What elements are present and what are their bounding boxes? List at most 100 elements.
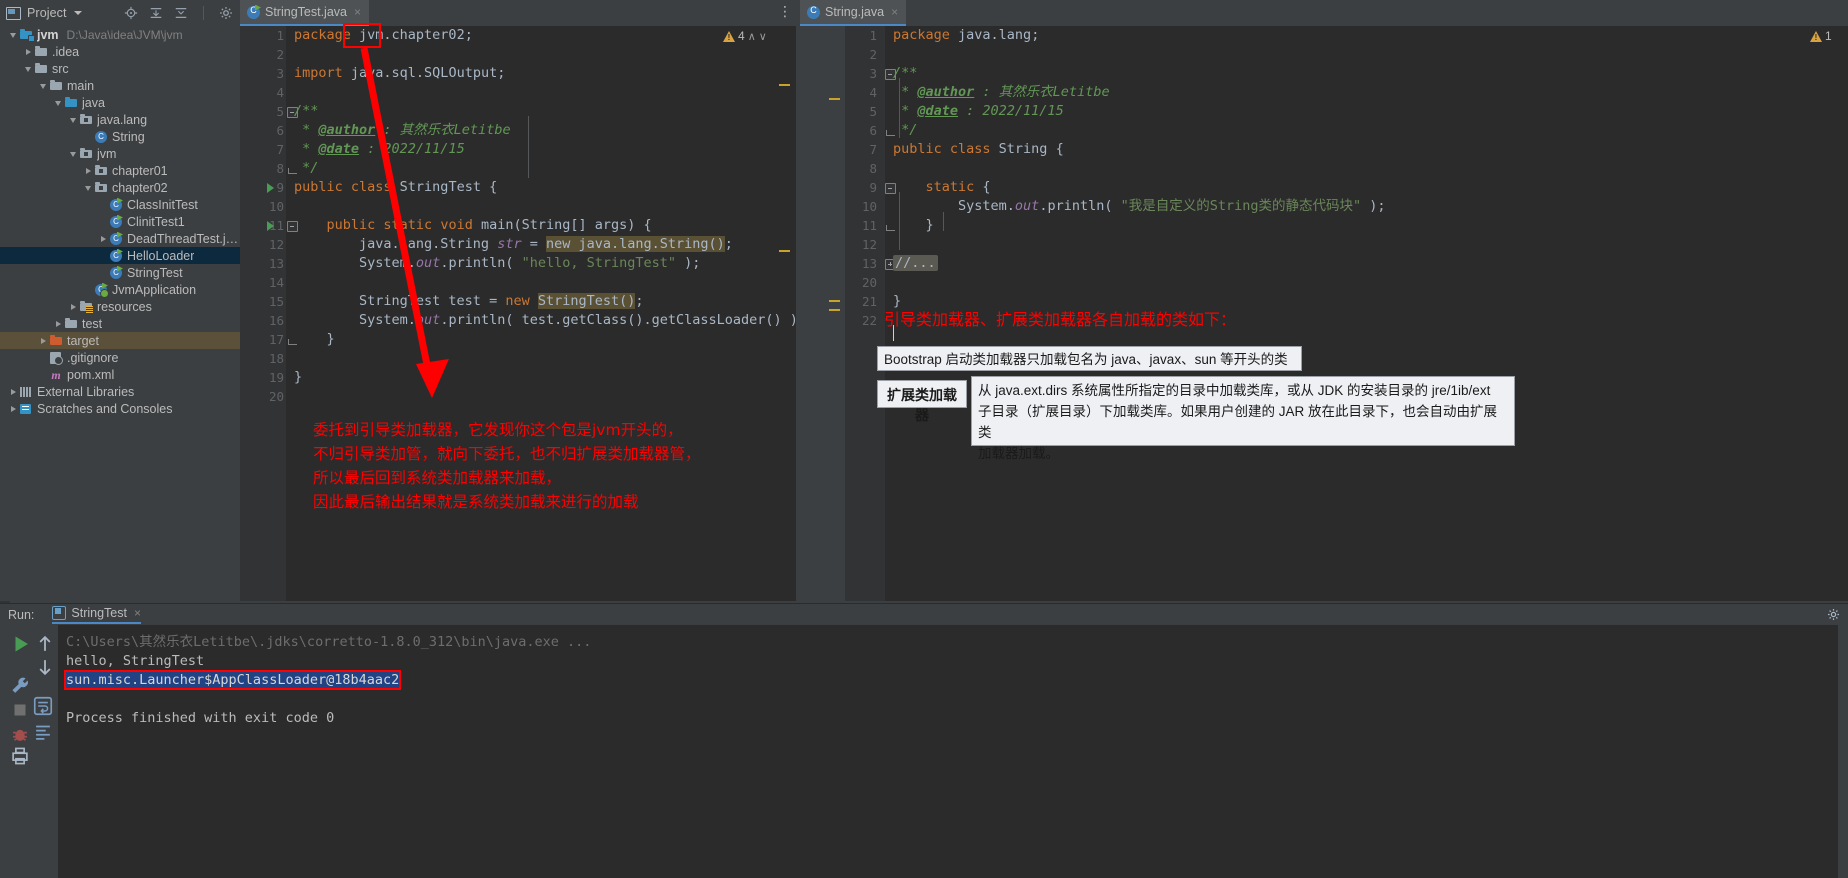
editor-gap xyxy=(796,26,845,601)
chevron-right-icon[interactable] xyxy=(8,403,19,414)
chevron-right-icon[interactable] xyxy=(23,46,34,57)
chevron-down-icon[interactable] xyxy=(23,63,34,74)
tree-item-pom-xml[interactable]: m pom.xml xyxy=(0,366,240,383)
tree-item-helloloader[interactable]: HelloLoader xyxy=(0,247,240,264)
run-config-tab[interactable]: StringTest × xyxy=(52,605,142,624)
code-token: @date xyxy=(917,103,959,119)
tree-item-main[interactable]: main xyxy=(0,77,240,94)
close-icon[interactable]: × xyxy=(891,5,898,19)
code-token: .println( xyxy=(440,255,522,271)
chevron-right-icon[interactable] xyxy=(83,165,94,176)
chevron-right-icon[interactable] xyxy=(8,386,19,397)
close-icon[interactable]: × xyxy=(134,606,141,620)
down-arrow-icon[interactable] xyxy=(34,656,56,678)
run-gutter-icon[interactable] xyxy=(267,221,274,231)
chevron-down-icon[interactable] xyxy=(68,114,79,125)
marker-stripe-right-3[interactable] xyxy=(829,309,840,311)
tree-item-java[interactable]: java xyxy=(0,94,240,111)
settings-gear-icon[interactable] xyxy=(1827,608,1840,621)
gear-icon[interactable] xyxy=(219,6,233,20)
code-token: java.lang.String xyxy=(294,236,498,252)
code-token: : 2022/11/15 xyxy=(359,141,465,157)
tree-item-stringtest[interactable]: StringTest xyxy=(0,264,240,281)
tree-item-java-lang[interactable]: java.lang xyxy=(0,111,240,128)
chevron-right-icon[interactable] xyxy=(38,335,49,346)
prev-warning-icon[interactable]: ∧ xyxy=(748,30,756,43)
tree-item-string[interactable]: String xyxy=(0,128,240,145)
java-class-icon xyxy=(109,265,123,280)
run-icon[interactable] xyxy=(10,633,32,655)
spring-class-icon xyxy=(94,282,109,298)
inspection-warnings-right[interactable]: 1 xyxy=(1810,29,1832,43)
chevron-right-icon[interactable] xyxy=(68,301,79,312)
soft-wrap-icon[interactable] xyxy=(32,695,54,717)
close-icon[interactable]: × xyxy=(354,5,361,19)
code-token: .println( test.getClass().getClassLoader… xyxy=(440,312,796,328)
inspection-warnings-left[interactable]: 4 ∧ ∨ xyxy=(723,29,767,43)
console-output[interactable]: C:\Users\其然乐衣Letitbe\.jdks\corretto-1.8.… xyxy=(58,625,1838,878)
tab-string-java[interactable]: String.java × xyxy=(800,0,907,26)
tree-item-chapter01[interactable]: chapter01 xyxy=(0,162,240,179)
next-warning-icon[interactable]: ∨ xyxy=(759,30,767,43)
code-line: static { xyxy=(893,178,991,197)
marker-stripe-right[interactable] xyxy=(829,98,840,100)
java-class-icon xyxy=(247,4,261,19)
chevron-down-icon[interactable] xyxy=(83,182,94,193)
project-tree-panel[interactable]: jvm D:\Java\idea\JVM\jvm .idea src main java j… xyxy=(0,26,240,601)
tab-options-icon[interactable]: ⋮ xyxy=(778,4,792,18)
chevron-down-icon[interactable] xyxy=(68,148,79,159)
editor-stringtest-java[interactable]: 1 package jvm.chapter02; 2 3 import java.sql… xyxy=(240,26,796,601)
scroll-to-end-icon[interactable] xyxy=(32,721,54,743)
chevron-right-icon[interactable] xyxy=(98,233,109,244)
chevron-down-icon[interactable] xyxy=(38,80,49,91)
up-arrow-icon[interactable] xyxy=(34,633,56,655)
run-gutter-icon[interactable] xyxy=(267,183,274,193)
code-token: } xyxy=(294,369,303,385)
tree-item-label: Scratches and Consoles xyxy=(37,401,173,416)
ext-line-2: 子目录（扩展目录）下加载类库。如果用户创建的 JAR 放在此目录下，也会自动由扩… xyxy=(978,404,1498,440)
line-number: 2 xyxy=(869,47,877,62)
chevron-down-icon[interactable] xyxy=(8,29,19,40)
code-line: package jvm.chapter02; xyxy=(294,26,473,45)
expand-all-icon[interactable] xyxy=(149,6,163,20)
code-token: ; xyxy=(724,236,733,252)
tree-item-label: pom.xml xyxy=(67,367,115,382)
marker-stripe-left-2[interactable] xyxy=(779,250,790,252)
locate-icon[interactable] xyxy=(124,6,138,20)
marker-stripe-right-2[interactable] xyxy=(829,300,840,302)
chevron-down-icon[interactable] xyxy=(73,11,82,15)
code-token: { xyxy=(1047,141,1064,157)
tree-item-resources[interactable]: resources xyxy=(0,298,240,315)
left-annotation-text: 委托到引导类加载器，它发现你这个包是jvm开头的， 不归引导类加管，就向下委托，也… xyxy=(313,418,701,514)
console-line: C:\Users\其然乐衣Letitbe\.jdks\corretto-1.8.… xyxy=(66,633,1838,652)
bug-icon[interactable] xyxy=(9,723,31,745)
tree-item-clinittest1[interactable]: ClinitTest1 xyxy=(0,213,240,230)
code-line: java.lang.String str = new java.lang.Str… xyxy=(294,235,733,254)
print-icon[interactable] xyxy=(9,745,31,767)
chevron-right-icon[interactable] xyxy=(53,318,64,329)
code-line: * @date : 2022/11/15 xyxy=(893,102,1064,121)
marker-stripe-left[interactable] xyxy=(779,84,790,86)
tree-item-test[interactable]: test xyxy=(0,315,240,332)
tree-item-external-libraries[interactable]: External Libraries xyxy=(0,383,240,400)
tree-item-jvm[interactable]: jvm xyxy=(0,145,240,162)
chevron-down-icon[interactable] xyxy=(53,97,64,108)
wrench-icon[interactable] xyxy=(9,675,31,697)
tree-item-gitignore[interactable]: .gitignore xyxy=(0,349,240,366)
line-number: 19 xyxy=(268,370,284,385)
line-number: 15 xyxy=(268,294,284,309)
annotation-line-2: 不归引导类加管，就向下委托，也不归扩展类加载器管， xyxy=(313,445,701,463)
code-token: */ xyxy=(893,122,918,138)
tree-item-jvmapplication[interactable]: JvmApplication xyxy=(0,281,240,298)
code-token: @date xyxy=(318,141,360,157)
tree-item-deadthreadtest-java[interactable]: DeadThreadTest.java xyxy=(0,230,240,247)
line-number: 4 xyxy=(276,85,284,100)
tree-item-chapter02[interactable]: chapter02 xyxy=(0,179,240,196)
tree-item-scratches-and-consoles[interactable]: Scratches and Consoles xyxy=(0,400,240,417)
tree-item-target[interactable]: target xyxy=(0,332,240,349)
tree-item-src[interactable]: src xyxy=(0,60,240,77)
collapse-all-icon[interactable] xyxy=(174,6,188,20)
tree-item-idea[interactable]: .idea xyxy=(0,43,240,60)
tree-item-classinittest[interactable]: ClassInitTest xyxy=(0,196,240,213)
tree-item-jvm[interactable]: jvm D:\Java\idea\JVM\jvm xyxy=(0,26,240,43)
